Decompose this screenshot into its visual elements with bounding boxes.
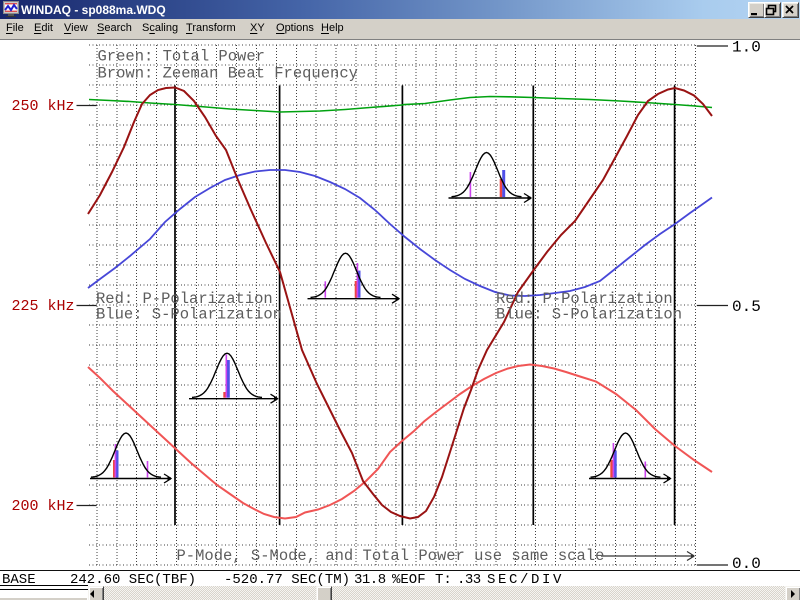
svg-text:0.5: 0.5 xyxy=(732,298,761,316)
svg-text:P-Mode, S-Mode, and Total Powe: P-Mode, S-Mode, and Total Power use same… xyxy=(177,547,605,565)
svg-text:250 kHz: 250 kHz xyxy=(12,98,75,115)
svg-text:Green: Total Power: Green: Total Power xyxy=(98,48,265,66)
svg-text:Brown: Zeeman Beat Frequency: Brown: Zeeman Beat Frequency xyxy=(98,65,358,83)
svg-text:200 kHz: 200 kHz xyxy=(12,498,75,515)
svg-text:Blue: S-Polarization: Blue: S-Polarization xyxy=(96,306,282,324)
svg-text:1.0: 1.0 xyxy=(732,39,761,57)
svg-text:225 kHz: 225 kHz xyxy=(12,298,75,315)
svg-text:Blue: S-Polarization: Blue: S-Polarization xyxy=(496,306,682,324)
